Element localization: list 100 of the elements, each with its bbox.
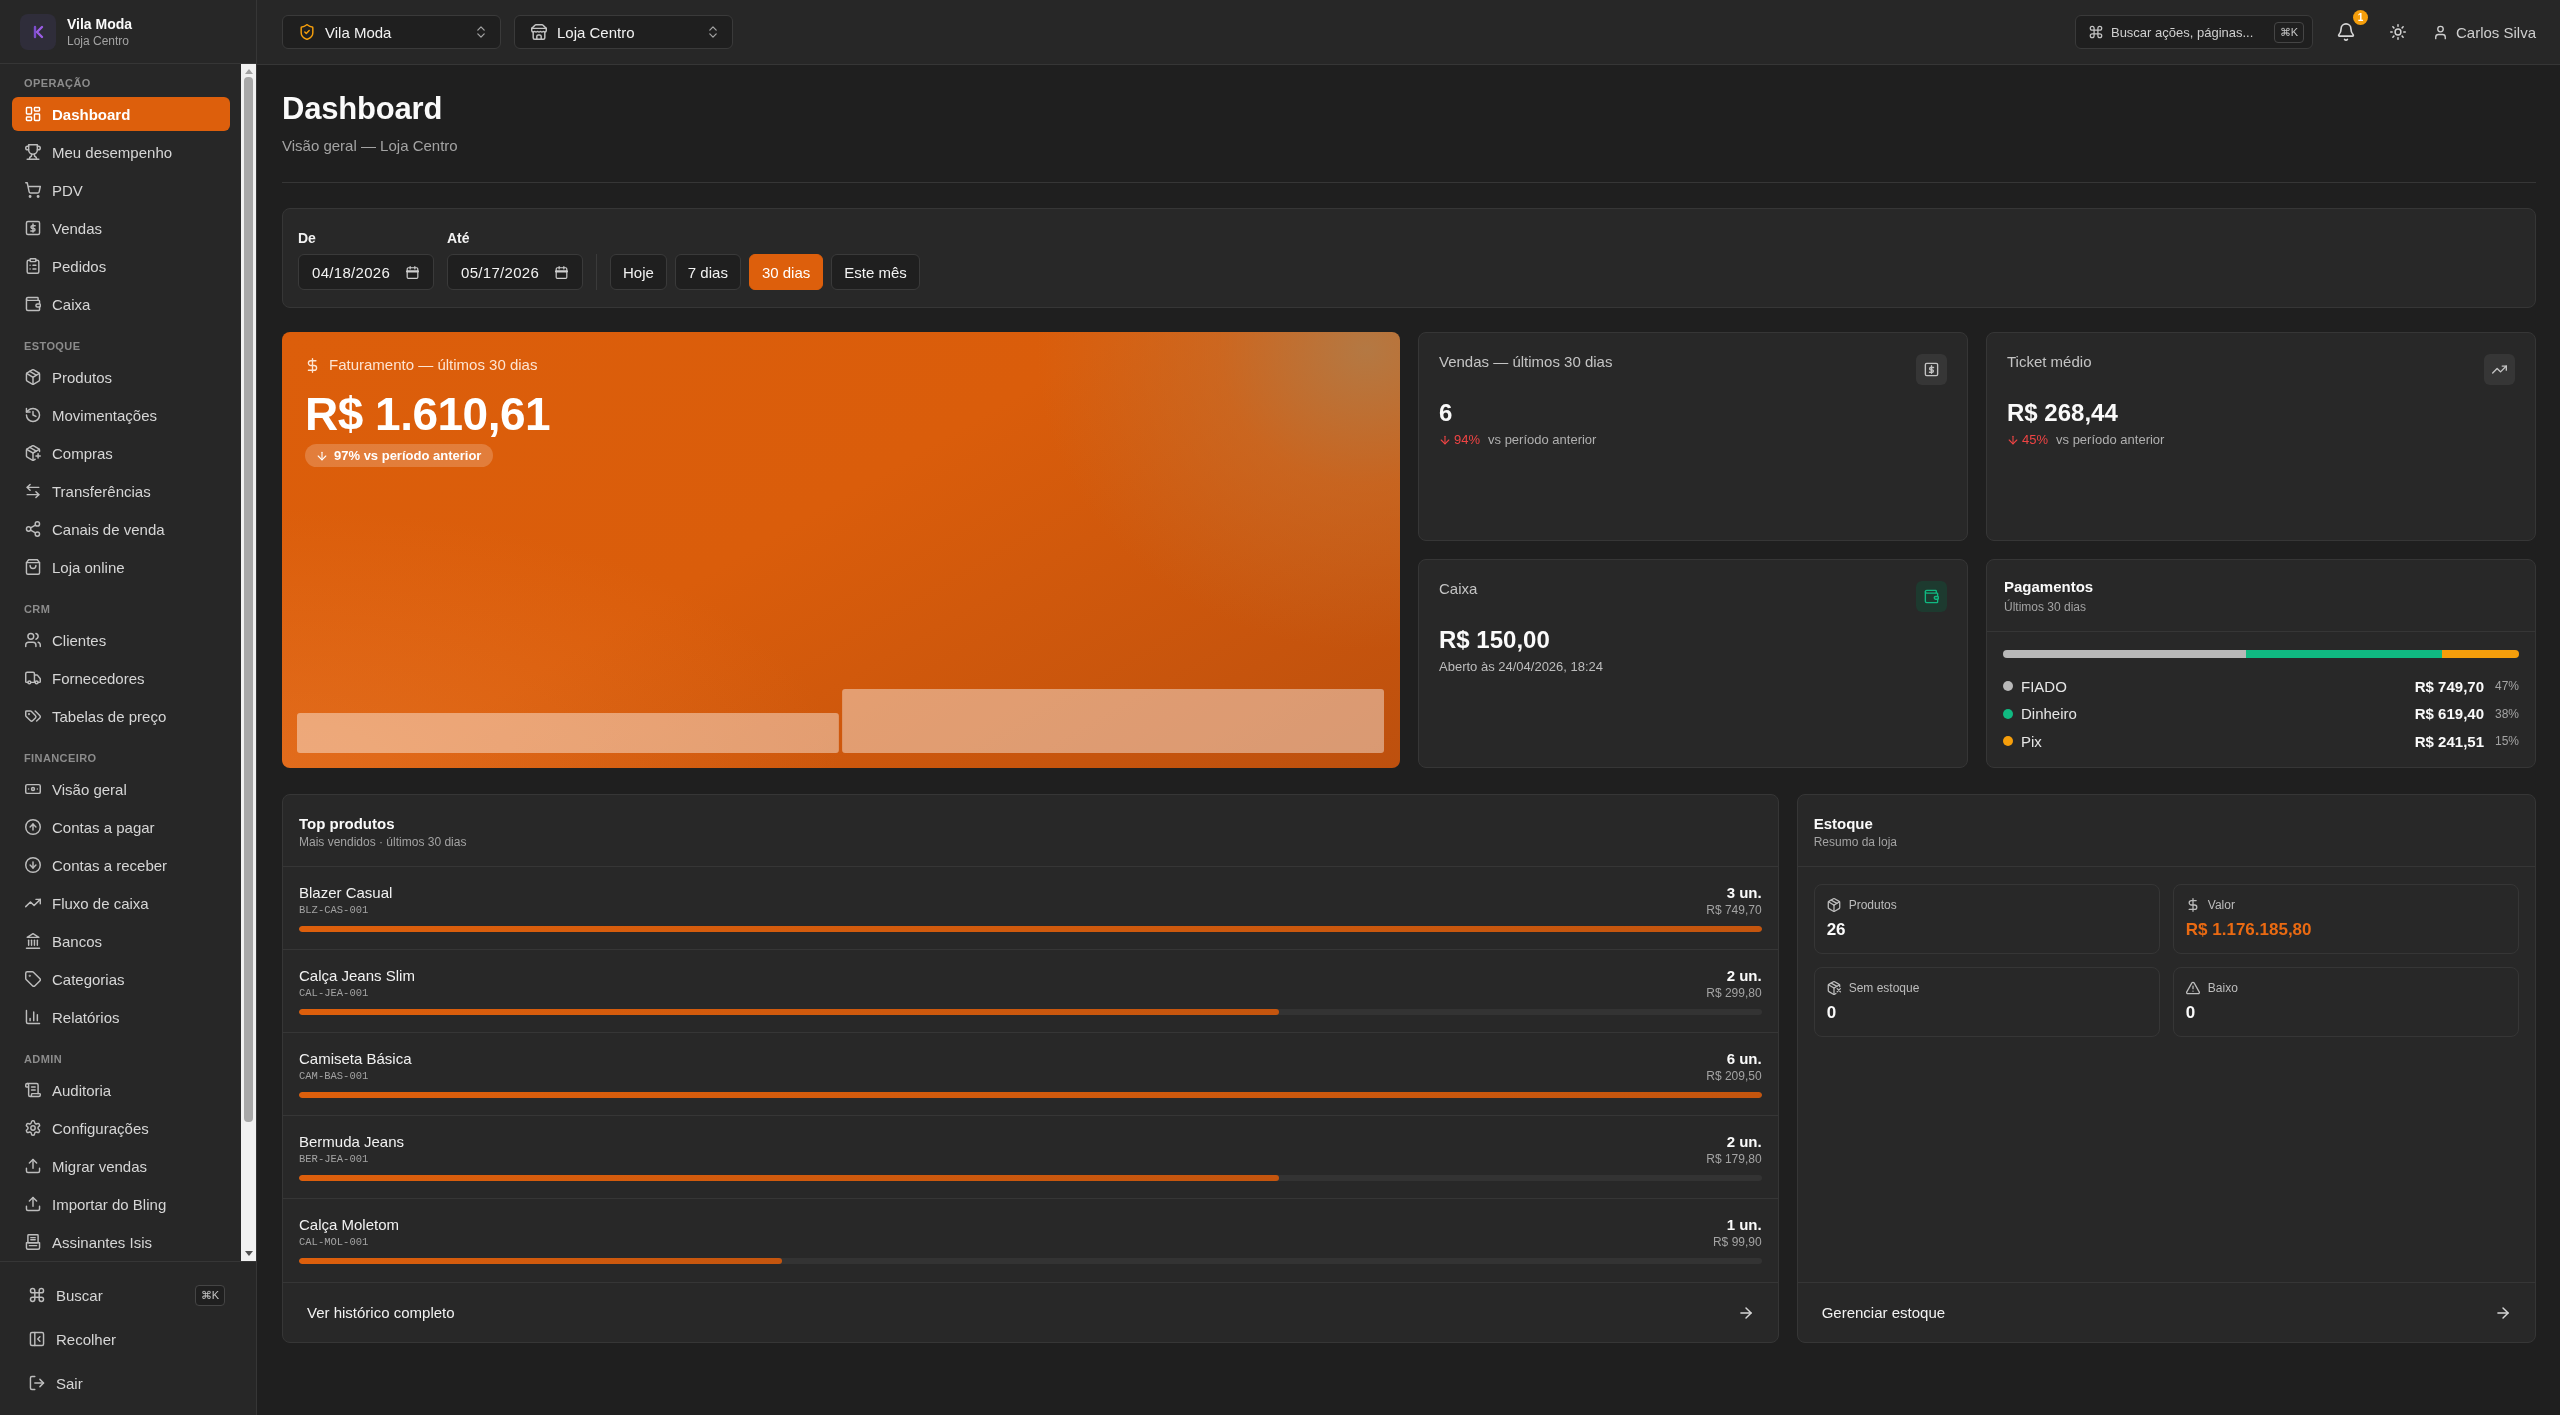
nav-item[interactable]: Migrar vendas xyxy=(12,1149,230,1183)
nav-item[interactable]: Meu desempenho xyxy=(12,135,230,169)
package-icon xyxy=(1826,898,1841,912)
card-label: Faturamento — últimos 30 dias xyxy=(329,355,538,375)
grid-icon xyxy=(25,106,41,122)
search-button[interactable]: Buscar ⌘K xyxy=(12,1277,244,1313)
date-field[interactable]: 04/18/2026 xyxy=(298,254,434,290)
stat-value: 0 xyxy=(1826,1002,1837,1024)
nav-item[interactable]: Compras xyxy=(12,436,230,470)
store-select[interactable]: Loja Centro xyxy=(514,15,733,49)
product-name: Blazer Casual xyxy=(299,883,393,903)
change-value: 94% xyxy=(1454,431,1481,449)
nav-item[interactable]: Relatórios xyxy=(12,1000,230,1034)
card-label: Vendas — últimos 30 dias xyxy=(1439,352,1613,372)
package-x-icon xyxy=(1826,981,1841,995)
payment-share: 38% xyxy=(2493,706,2519,721)
dollar-icon xyxy=(305,357,320,373)
search-button[interactable]: Buscar ações, páginas... ⌘K xyxy=(2074,15,2313,49)
field-label: De xyxy=(298,229,316,248)
stat-value: R$ 268,44 xyxy=(2007,398,2118,428)
nav-item[interactable]: Movimentações xyxy=(12,398,230,432)
command-icon xyxy=(29,1287,45,1303)
nav-item[interactable]: Transferências xyxy=(12,474,230,508)
product-quantity: 2 un. xyxy=(1726,966,1762,986)
nav-item[interactable]: Vendas xyxy=(12,211,230,245)
theme-toggle[interactable] xyxy=(2389,24,2406,40)
payment-share: 15% xyxy=(2493,734,2519,748)
nav-item[interactable]: Tabelas de preço xyxy=(12,699,230,733)
card-title: Estoque xyxy=(1813,814,1873,834)
manage-stock-link[interactable]: Gerenciar estoque xyxy=(1797,1282,2535,1342)
nav-item[interactable]: Assinantes Isis xyxy=(12,1225,230,1259)
nav-item[interactable]: Dashboard xyxy=(12,97,230,131)
card-subtitle: Mais vendidos · últimos 30 dias xyxy=(299,834,467,850)
product-sku: BLZ-CAS-001 xyxy=(299,903,369,917)
organization-select[interactable]: Vila Moda xyxy=(282,15,501,49)
nav-item[interactable]: Fluxo de caixa xyxy=(12,886,230,920)
preset-button[interactable]: 7 dias xyxy=(674,254,741,290)
nav-item[interactable]: Pedidos xyxy=(12,249,230,283)
product-quantity: 2 un. xyxy=(1726,1132,1762,1152)
card-note: Aberto às 24/04/2026, 18:24 xyxy=(1439,658,1604,676)
chevrons-up-down-icon xyxy=(706,25,720,39)
nav-item[interactable]: Importar do Bling xyxy=(12,1187,230,1221)
nav-item[interactable]: Auditoria xyxy=(12,1073,230,1107)
arrow-right-icon xyxy=(1737,1304,1754,1321)
page-title: Dashboard xyxy=(282,90,443,128)
nav-item[interactable]: Bancos xyxy=(12,924,230,958)
calendar-icon xyxy=(406,265,419,279)
sidebar-panel-icon xyxy=(29,1331,45,1347)
store-icon xyxy=(531,24,547,40)
stat-value: 26 xyxy=(1826,919,1846,941)
tag-icon xyxy=(25,971,41,987)
stat-label: Baixo xyxy=(2207,980,2238,997)
nav-item[interactable]: Categorias xyxy=(12,962,230,996)
cart-icon xyxy=(25,182,41,198)
nav-item[interactable]: Configurações xyxy=(12,1111,230,1145)
section-heading: ESTOQUE xyxy=(24,339,81,354)
preset-button[interactable]: Este mês xyxy=(831,254,920,290)
history-link[interactable]: Ver histórico completo xyxy=(283,1282,1778,1342)
dollar-square-icon xyxy=(25,220,41,236)
nav-item[interactable]: Canais de venda xyxy=(12,512,230,546)
preset-button[interactable]: 30 dias xyxy=(748,254,824,290)
scrollbar[interactable] xyxy=(241,64,256,1261)
product-quantity: 6 un. xyxy=(1726,1049,1762,1069)
date-field[interactable]: 05/17/2026 xyxy=(447,254,583,290)
nav-item[interactable]: Contas a pagar xyxy=(12,810,230,844)
nav-item[interactable]: Contas a receber xyxy=(12,848,230,882)
nav-item[interactable]: Caixa xyxy=(12,287,230,321)
printer-icon xyxy=(25,1234,41,1250)
card-label: Ticket médio xyxy=(2007,352,2092,372)
collapse-button[interactable]: Recolher xyxy=(12,1321,244,1357)
product-sku: BER-JEA-001 xyxy=(299,1152,369,1166)
nav-item[interactable]: Produtos xyxy=(12,360,230,394)
user-menu[interactable]: Carlos Silva xyxy=(2432,23,2536,41)
nav-item[interactable]: Visão geral xyxy=(12,772,230,806)
card-label: Caixa xyxy=(1439,579,1478,599)
warning-triangle-icon xyxy=(2185,981,2200,995)
nav-item[interactable]: Fornecedores xyxy=(12,661,230,695)
section-heading: ADMIN xyxy=(24,1052,63,1067)
calendar-icon xyxy=(555,265,568,279)
section-heading: CRM xyxy=(24,602,51,617)
payment-method: FIADO xyxy=(2021,677,2067,695)
bell-icon xyxy=(2336,23,2355,41)
arrow-up-circle-icon xyxy=(25,819,41,835)
nav-item[interactable]: PDV xyxy=(12,173,230,207)
nav-item[interactable]: Loja online xyxy=(12,550,230,584)
sun-icon xyxy=(2389,24,2406,40)
chevrons-up-down-icon xyxy=(474,25,488,39)
shopping-bag-icon xyxy=(25,559,41,575)
preset-button[interactable]: Hoje xyxy=(610,254,667,290)
logout-button[interactable]: Sair xyxy=(12,1365,244,1401)
scroll-icon xyxy=(25,1082,41,1098)
card-subtitle: Últimos 30 dias xyxy=(2004,599,2087,615)
product-name: Bermuda Jeans xyxy=(299,1132,405,1152)
bank-icon xyxy=(25,933,41,949)
card-subtitle: Resumo da loja xyxy=(1813,834,1898,850)
change-caption: vs período anterior xyxy=(2056,431,2165,449)
wallet-icon xyxy=(25,296,41,312)
product-revenue: R$ 299,80 xyxy=(1706,986,1762,1000)
nav-item[interactable]: Clientes xyxy=(12,623,230,657)
product-sku: CAL-JEA-001 xyxy=(299,986,369,1000)
